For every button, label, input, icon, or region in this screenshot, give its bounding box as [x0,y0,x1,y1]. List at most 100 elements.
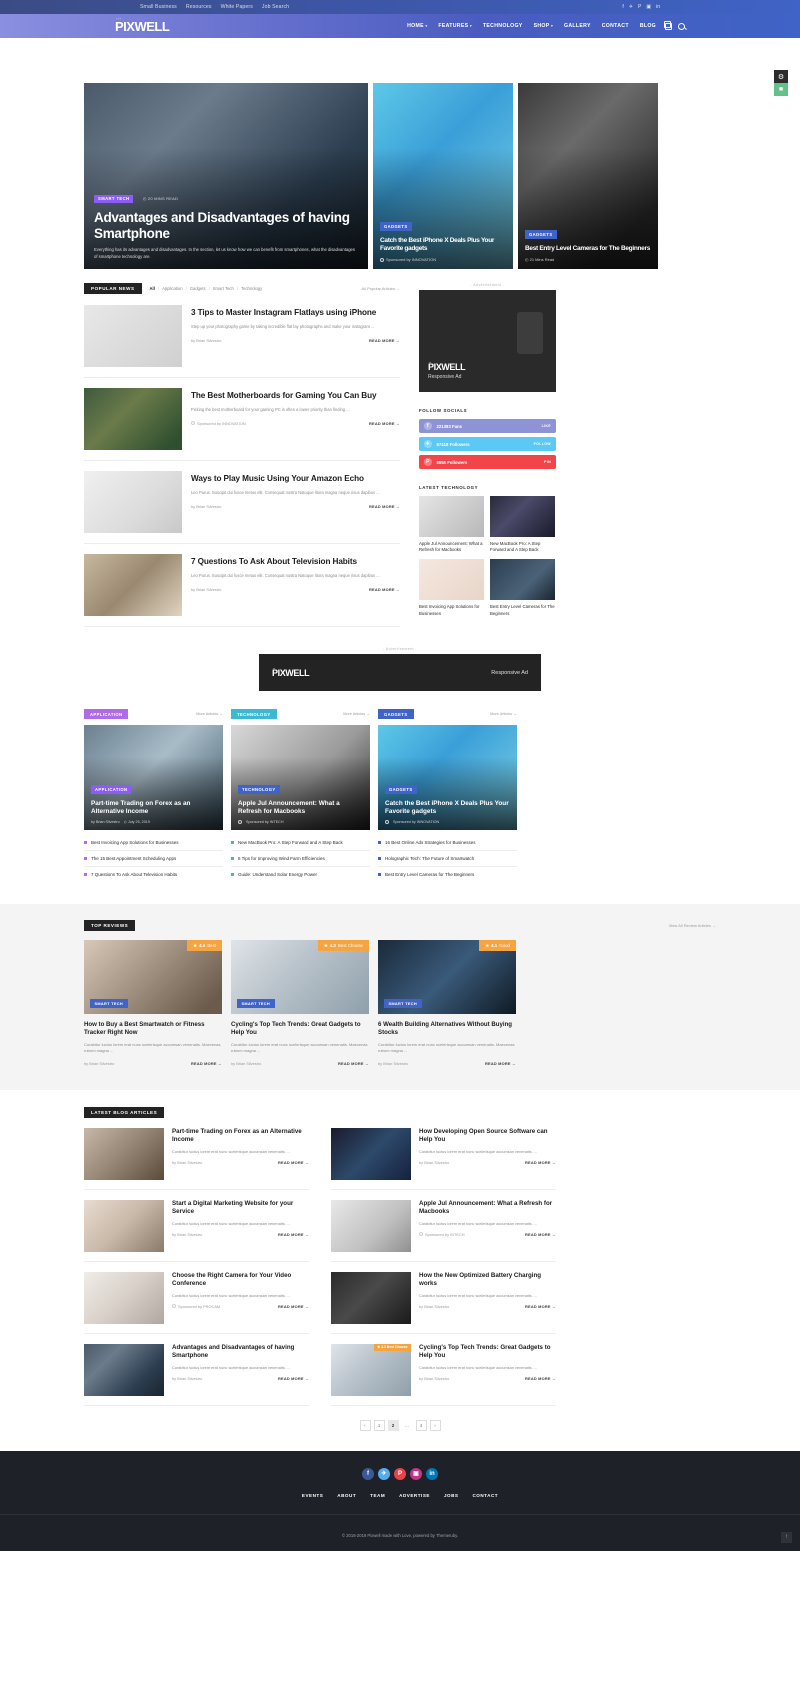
category-feature-badge[interactable]: GADGETS [385,785,417,794]
read-more-link[interactable]: READ MORE → [369,587,400,592]
category-tag[interactable]: TECHNOLOGY [231,709,277,719]
review-card[interactable]: ★ 4.1 Good SMART TECH 6 Wealth Building Alte… [378,940,516,1066]
footer-nav-jobs[interactable]: JOBS [444,1493,459,1498]
pagination-button-2[interactable]: 2 [387,1419,399,1431]
blog-list-item[interactable]: Advantages and Disadvantages of having S… [84,1343,309,1406]
top-bar-link-0[interactable]: Small Business [140,4,177,10]
popular-news-all-link[interactable]: All Popular Articles → [362,286,400,291]
top-reviews-view-all[interactable]: View All Review Articles → [669,923,716,928]
category-tag[interactable]: APPLICATION [84,709,129,719]
read-more-link[interactable]: READ MORE → [278,1160,309,1165]
social-follow-row[interactable]: ✈ 67418 Followers FOLLOW [419,437,556,451]
footer-social-icon-2[interactable]: P [394,1467,406,1480]
social-follow-row[interactable]: P 8655 Followers PIN [419,455,556,469]
hero-card-1[interactable]: GADGETS Catch the Best iPhone X Deals Pl… [373,83,513,269]
footer-social-icon-4[interactable]: in [426,1467,438,1480]
blog-list-item[interactable]: Choose the Right Camera for Your Video C… [84,1271,309,1334]
blog-title[interactable]: Start a Digital Marketing Website for yo… [172,1200,309,1216]
latest-tech-card[interactable]: Best Invoicing App Solutions for Busines… [419,559,484,616]
popular-tab-application[interactable]: Application [162,286,183,291]
read-more-link[interactable]: READ MORE → [369,421,400,426]
category-feature-badge[interactable]: APPLICATION [91,785,132,794]
footer-nav-contact[interactable]: CONTACT [472,1493,498,1498]
popular-tab-technology[interactable]: Technology [241,286,262,291]
social-follow-row[interactable]: f 221383 Fans LIKE [419,419,556,433]
read-more-link[interactable]: READ MORE → [191,1061,222,1066]
footer-social-icon-1[interactable]: ✈ [378,1467,390,1480]
blog-list-item[interactable]: ★ 4.3 Best Choose Cycling's Top Tech Tren… [331,1343,556,1406]
nav-item-home[interactable]: HOME ▾ [407,23,427,29]
back-to-top-icon[interactable]: ↑ [781,1531,792,1543]
blog-list-item[interactable]: How Developing Open Source Software can … [331,1127,556,1190]
read-more-link[interactable]: READ MORE → [525,1160,556,1165]
nav-item-contact[interactable]: CONTACT [602,23,629,29]
category-list-item[interactable]: Holographic Tech: The Future of Smartwat… [378,851,517,867]
category-feature-card[interactable]: GADGETS Catch the Best iPhone X Deals Plu… [378,725,517,830]
category-list-item[interactable]: Best Invoicing App Solutions for Busines… [84,835,223,851]
top-bar-social-icon-1[interactable]: ✈ [629,4,633,10]
blog-title[interactable]: Choose the Right Camera for Your Video C… [172,1272,309,1288]
popular-post-item[interactable]: The Best Motherboards for Gaming You Can… [84,378,400,461]
top-bar-social-icon-3[interactable]: ▣ [646,4,651,10]
read-more-link[interactable]: READ MORE → [485,1061,516,1066]
social-action-button[interactable]: LIKE [542,424,551,428]
blog-title[interactable]: Cycling's Top Tech Trends: Great Gadgets… [419,1344,556,1360]
review-card[interactable]: ★ 4.6 Best SMART TECH How to Buy a Best Smar… [84,940,222,1066]
nav-item-features[interactable]: FEATURES ▾ [438,23,472,29]
latest-tech-title[interactable]: Apple Jul Announcement: What a Refresh f… [419,541,484,553]
category-feature-card[interactable]: APPLICATION Part-time Trading on Forex as… [84,725,223,830]
category-list-item[interactable]: 7 Questions To Ask About Television Habi… [84,867,223,882]
post-title[interactable]: 3 Tips to Master Instagram Flatlays usin… [191,308,400,318]
footer-nav-team[interactable]: TEAM [370,1493,385,1498]
top-bar-link-2[interactable]: White Papers [221,4,253,10]
category-list-item[interactable]: 16 Best Online Ads Strategies for Busine… [378,835,517,851]
category-feature-card[interactable]: TECHNOLOGY Apple Jul Announcement: What a… [231,725,370,830]
blog-list-item[interactable]: How the New Optimized Battery Charging w… [331,1271,556,1334]
popular-post-item[interactable]: 3 Tips to Master Instagram Flatlays usin… [84,303,400,378]
social-action-button[interactable]: FOLLOW [534,442,551,446]
top-bar-link-1[interactable]: Resources [186,4,212,10]
latest-tech-title[interactable]: Best Entry Level Cameras for The Beginne… [490,604,555,616]
review-card[interactable]: ★ 4.3 Best Choose SMART TECH Cycling's Top T… [231,940,369,1066]
popular-tab-all[interactable]: All [150,286,155,291]
category-list-item[interactable]: Guide: Understand Solar Energy Power [231,867,370,882]
top-bar-social-icon-0[interactable]: f [622,4,623,10]
read-more-link[interactable]: READ MORE → [525,1232,556,1237]
category-list-item[interactable]: New MacBook Pro: A Step Forward and A St… [231,835,370,851]
review-category-badge[interactable]: SMART TECH [237,999,275,1008]
blog-title[interactable]: Apple Jul Announcement: What a Refresh f… [419,1200,556,1216]
latest-tech-title[interactable]: New MacBook Pro: A Step Forward and A St… [490,541,555,553]
hero-category-badge[interactable]: SMART TECH [94,194,134,204]
read-more-link[interactable]: READ MORE → [525,1304,556,1309]
hero-card-2[interactable]: GADGETS Best Entry Level Cameras for The… [518,83,658,269]
popular-tab-gadgets[interactable]: Gadgets [190,286,206,291]
read-more-link[interactable]: READ MORE → [369,338,400,343]
review-title[interactable]: How to Buy a Best Smartwatch or Fitness … [84,1021,222,1037]
latest-tech-card[interactable]: Apple Jul Announcement: What a Refresh f… [419,496,484,553]
category-feature-title[interactable]: Apple Jul Announcement: What a Refresh f… [238,800,363,816]
review-category-badge[interactable]: SMART TECH [384,999,422,1008]
category-more-link[interactable]: More Articles → [490,712,517,716]
popular-post-item[interactable]: Ways to Play Music Using Your Amazon Ech… [84,461,400,544]
popular-post-item[interactable]: 7 Questions To Ask About Television Habi… [84,544,400,627]
pagination-button-1[interactable]: 1 [373,1419,385,1431]
hero-main-card[interactable]: SMART TECH ◴ 20 MINS READ Advantages and… [84,83,368,269]
hero-main-title[interactable]: Advantages and Disadvantages of having S… [94,210,358,242]
lock-icon[interactable]: ■ [774,83,788,96]
hero-card-1-title[interactable]: Catch the Best iPhone X Deals Plus Your … [380,237,506,253]
latest-tech-title[interactable]: Best Invoicing App Solutions for Busines… [419,604,484,616]
blog-list-item[interactable]: Apple Jul Announcement: What a Refresh f… [331,1199,556,1262]
blog-title[interactable]: How the New Optimized Battery Charging w… [419,1272,556,1288]
read-more-link[interactable]: READ MORE → [278,1376,309,1381]
nav-item-technology[interactable]: TECHNOLOGY [483,23,523,29]
top-bar-social-icon-2[interactable]: P [638,4,641,10]
footer-nav-about[interactable]: ABOUT [337,1493,356,1498]
category-more-link[interactable]: More Articles → [343,712,370,716]
top-bar-link-3[interactable]: Job Search [262,4,289,10]
pagination-button-x[interactable]: ‹ [359,1419,371,1431]
latest-tech-card[interactable]: Best Entry Level Cameras for The Beginne… [490,559,555,616]
layout-icon[interactable] [663,21,672,30]
wide-ad-banner[interactable]: ··· PIXWELL Responsive Ad [259,654,541,691]
review-title[interactable]: Cycling's Top Tech Trends: Great Gadgets… [231,1021,369,1037]
read-more-link[interactable]: READ MORE → [525,1376,556,1381]
